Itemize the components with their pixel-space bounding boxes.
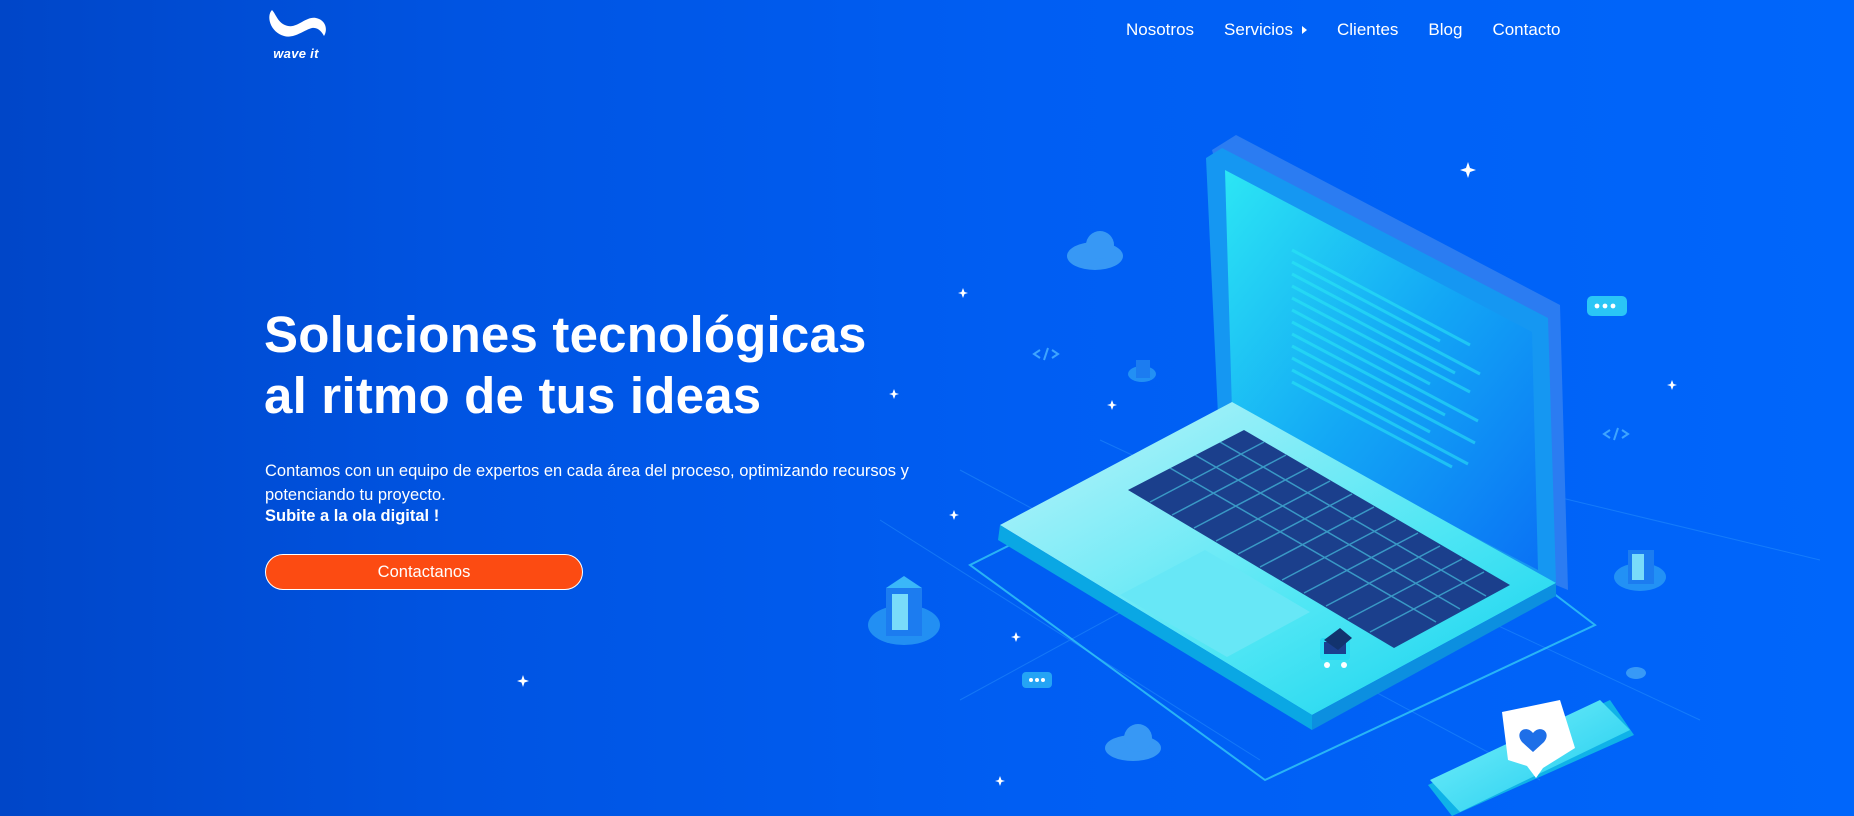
server-icon xyxy=(1614,550,1666,591)
contact-button[interactable]: Contactanos xyxy=(265,554,583,590)
hero-title-line1: Soluciones tecnológicas xyxy=(264,306,867,363)
hero-tagline: Subite a la ola digital ! xyxy=(265,507,440,525)
hero-title-line2: al ritmo de tus ideas xyxy=(264,367,762,424)
sparkle-icon xyxy=(517,675,529,687)
wave-logo-icon xyxy=(269,10,326,37)
logo-text: wave it xyxy=(273,46,319,61)
brand-logo[interactable]: wave it xyxy=(264,6,334,64)
server-icon xyxy=(1128,360,1156,382)
laptop-illustration xyxy=(868,135,1821,816)
server-icon xyxy=(868,576,940,645)
